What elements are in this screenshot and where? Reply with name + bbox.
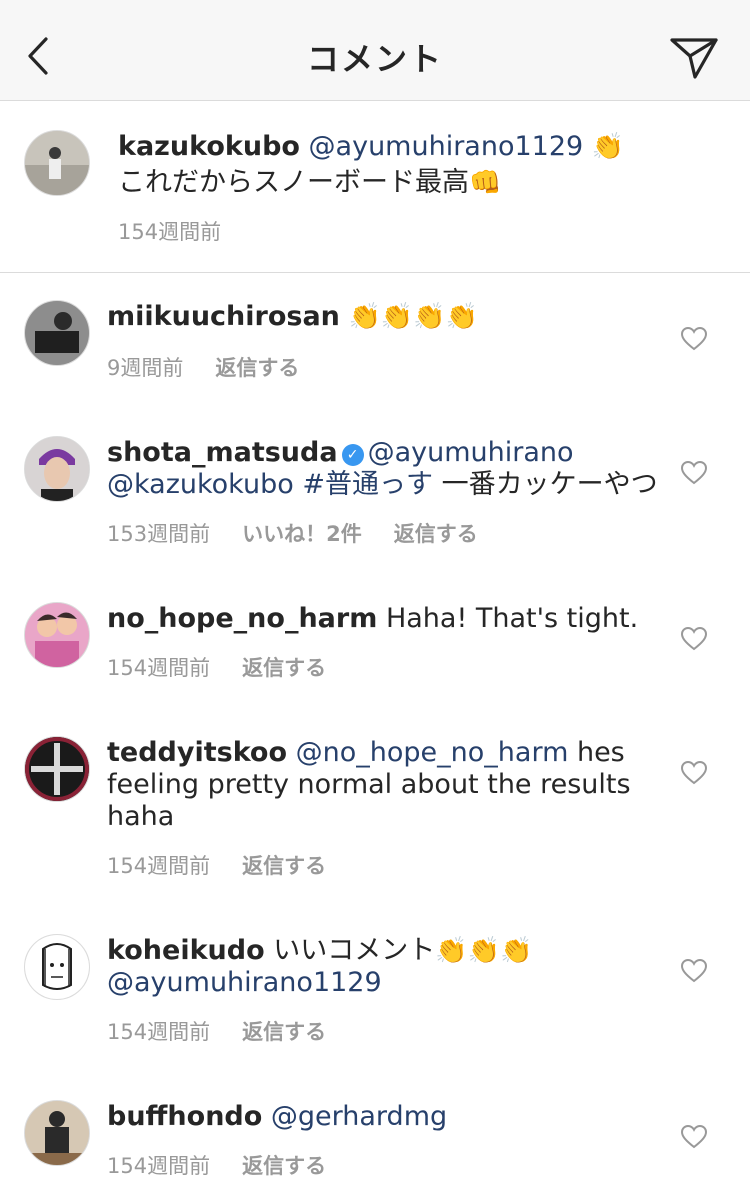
caption-line-2: これだからスノーボード最高👊 — [118, 166, 501, 200]
comment-mention[interactable]: @gerhardmg — [271, 1101, 447, 1132]
comment-body: no_hope_no_harm Haha! That's tight. — [107, 602, 638, 635]
send-icon — [670, 38, 718, 79]
avatar-photo — [25, 603, 89, 667]
reply-button[interactable]: 返信する — [242, 1020, 326, 1044]
avatar-photo — [25, 437, 89, 501]
caption-text: これだからスノーボード最高 — [118, 167, 469, 198]
avatar[interactable] — [24, 130, 90, 196]
comment-body: buffhondo @gerhardmg — [107, 1100, 447, 1133]
comment-meta: 154週間前 返信する — [107, 850, 358, 880]
avatar-photo — [25, 737, 89, 801]
comment-body-line-3: haha — [107, 801, 175, 832]
comment-text: hes — [568, 737, 625, 768]
timestamp: 154週間前 — [107, 1154, 211, 1178]
nav-header: コメント — [0, 0, 750, 101]
comment-body: koheikudo いいコメント👏👏👏 — [107, 934, 532, 968]
comment-body: miikuuchirosan 👏👏👏👏 — [107, 300, 478, 334]
comment-username[interactable]: shota_matsuda — [107, 437, 338, 468]
comment-text: いいコメント — [264, 935, 436, 966]
heart-icon[interactable] — [681, 327, 707, 351]
fist-emoji: 👊 — [469, 168, 502, 198]
comment-body: teddyitskoo @no_hope_no_harm hes — [107, 736, 625, 769]
comment-mention[interactable]: @ayumuhirano — [368, 437, 574, 468]
comment-username[interactable]: koheikudo — [107, 935, 265, 966]
post-caption: kazukokubo @ayumuhirano1129 👏 これだからスノーボー… — [0, 100, 750, 273]
comment-meta: 9週間前 返信する — [107, 352, 331, 382]
heart-icon[interactable] — [681, 461, 707, 485]
page-title: コメント — [306, 40, 443, 78]
comment-body-line-2: feeling pretty normal about the results — [107, 769, 631, 800]
timestamp: 153週間前 — [107, 522, 211, 546]
caption-username[interactable]: kazukokubo — [118, 131, 300, 162]
caption-line-1: kazukokubo @ayumuhirano1129 👏 — [118, 130, 624, 164]
avatar[interactable] — [24, 602, 90, 668]
clap-emoji: 👏👏👏👏 — [348, 302, 479, 332]
avatar-photo — [25, 1101, 89, 1165]
reply-button[interactable]: 返信する — [242, 656, 326, 680]
comment-meta: 153週間前 いいね！2件 返信する — [107, 518, 510, 548]
clap-emoji: 👏👏👏 — [435, 936, 533, 966]
heart-icon[interactable] — [681, 959, 707, 983]
verified-badge-icon: ✓ — [341, 444, 364, 466]
reply-button[interactable]: 返信する — [242, 854, 326, 878]
avatar[interactable] — [24, 436, 90, 502]
reply-button[interactable]: 返信する — [215, 356, 299, 380]
share-button[interactable] — [666, 33, 722, 83]
avatar-photo — [25, 935, 89, 999]
caption-mention[interactable]: @ayumuhirano1129 — [309, 131, 584, 162]
timestamp: 9週間前 — [107, 356, 184, 380]
comment-meta: 154週間前 返信する — [107, 652, 358, 682]
avatar[interactable] — [24, 1100, 90, 1166]
comment-text: Haha! That's tight. — [385, 603, 639, 634]
reply-button[interactable]: 返信する — [242, 1154, 326, 1178]
comment-username[interactable]: no_hope_no_harm — [107, 603, 377, 634]
timestamp: 154週間前 — [107, 1020, 211, 1044]
comment-mention[interactable]: @no_hope_no_harm — [296, 737, 569, 768]
heart-icon[interactable] — [681, 627, 707, 651]
timestamp: 154週間前 — [107, 656, 211, 680]
heart-icon[interactable] — [681, 761, 707, 785]
comment-body-line-2: @kazukokubo #普通っす 一番カッケーやつ — [107, 468, 658, 501]
avatar[interactable] — [24, 736, 90, 802]
timestamp: 154週間前 — [107, 854, 211, 878]
avatar-photo — [25, 301, 89, 365]
avatar[interactable] — [24, 300, 90, 366]
timestamp: 154週間前 — [118, 220, 222, 244]
comment-body: shota_matsuda ✓ @ayumuhirano — [107, 436, 574, 469]
reply-button[interactable]: 返信する — [394, 522, 478, 546]
comment-meta: 154週間前 返信する — [107, 1016, 358, 1046]
comment-username[interactable]: buffhondo — [107, 1101, 262, 1132]
comment-mention[interactable]: @kazukokubo — [107, 469, 294, 500]
avatar-photo — [25, 131, 89, 195]
avatar[interactable] — [24, 934, 90, 1000]
caption-meta: 154週間前 — [118, 216, 253, 246]
comment-username[interactable]: teddyitskoo — [107, 737, 287, 768]
comment-mention[interactable]: @ayumuhirano1129 — [107, 967, 382, 998]
comment-text: 一番カッケーやつ — [432, 469, 658, 500]
likes-count[interactable]: いいね！2件 — [242, 522, 362, 546]
comment-username[interactable]: miikuuchirosan — [107, 301, 340, 332]
comment-hashtag[interactable]: #普通っす — [302, 469, 433, 500]
comment-body-line-2: @ayumuhirano1129 — [107, 966, 382, 999]
heart-icon[interactable] — [681, 1125, 707, 1149]
clap-emoji: 👏 — [591, 132, 625, 162]
